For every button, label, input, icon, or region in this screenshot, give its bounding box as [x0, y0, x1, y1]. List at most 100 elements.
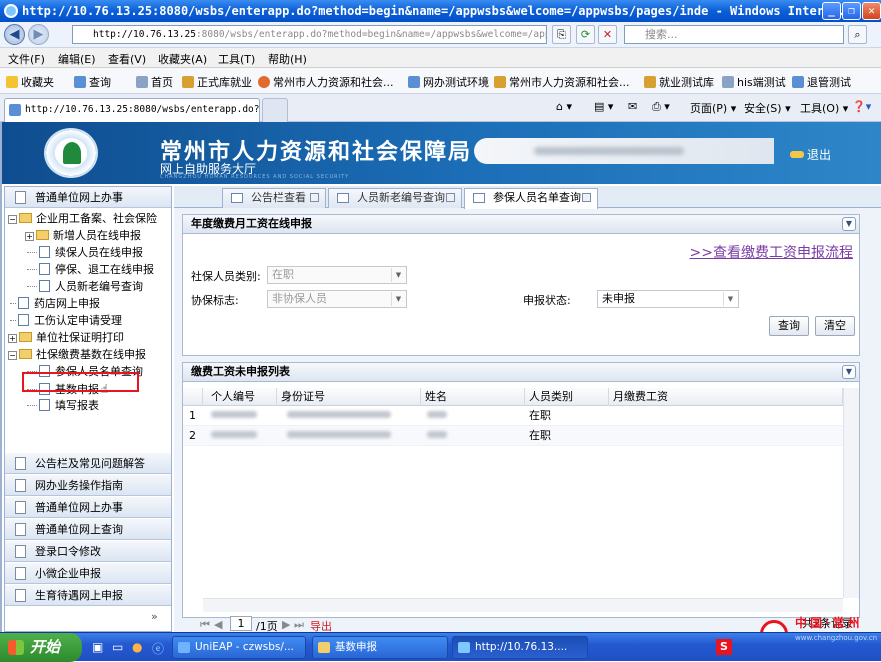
- back-button[interactable]: ◀: [4, 24, 25, 45]
- tree-node-injury[interactable]: 工伤认定申请受理: [10, 313, 122, 329]
- tools-menu[interactable]: 工具(O) ▾: [800, 100, 848, 116]
- sidebar-header-notice[interactable]: 公告栏及常见问题解答: [5, 453, 171, 474]
- feeds-icon[interactable]: ▤ ▾: [594, 100, 613, 113]
- grid-header-category[interactable]: 人员类别: [525, 388, 609, 406]
- grid-header-person-id[interactable]: 个人编号: [203, 388, 277, 406]
- sidebar-header-business[interactable]: 普通单位网上办事: [5, 497, 171, 518]
- sidebar-header-password[interactable]: 登录口令修改: [5, 541, 171, 562]
- fav-item-hrss-2[interactable]: 常州市人力资源和社会...: [494, 74, 630, 90]
- first-page-icon[interactable]: ⏮: [200, 618, 210, 632]
- task-unieap[interactable]: UniEAP - czwsbs/...: [172, 636, 306, 659]
- browser-tab-active[interactable]: http://10.76.13.25:8080/wsbs/enterapp.do…: [4, 98, 260, 122]
- explorer-icon[interactable]: ▭: [112, 640, 123, 654]
- page-menu[interactable]: 页面(P) ▾: [690, 100, 736, 116]
- address-input[interactable]: http://10.76.13.25:8080/wsbs/enterapp.do…: [72, 25, 547, 44]
- table-row[interactable]: 1 在职: [183, 406, 843, 426]
- tree-node-employment-insurance[interactable]: − 企业用工备案、社会保险: [8, 211, 157, 227]
- help-icon[interactable]: ❓▾: [852, 100, 871, 113]
- task-ie[interactable]: http://10.76.13....: [452, 636, 588, 659]
- tree-node-stop-staff[interactable]: 停保、退工在线申报: [27, 262, 154, 278]
- collapse-icon[interactable]: −: [8, 351, 17, 360]
- tab-close-icon[interactable]: [446, 193, 455, 202]
- prev-page-icon[interactable]: ◀: [214, 618, 222, 631]
- table-row[interactable]: 2 在职: [183, 426, 843, 446]
- page-icon: [15, 589, 26, 602]
- sidebar-header-maternity[interactable]: 生育待遇网上申报: [5, 585, 171, 606]
- new-tab-button[interactable]: [262, 98, 288, 122]
- firefox-icon[interactable]: ●: [132, 640, 142, 654]
- tree-node-fill-report[interactable]: 填写报表: [27, 398, 99, 414]
- print-icon[interactable]: ⎙ ▾: [652, 100, 670, 114]
- menu-edit[interactable]: 编辑(E): [58, 51, 96, 67]
- clear-button[interactable]: 清空: [815, 316, 855, 336]
- safety-menu[interactable]: 安全(S) ▾: [744, 100, 791, 116]
- last-page-icon[interactable]: ⏭: [294, 618, 304, 632]
- favorites-button[interactable]: 收藏夹: [6, 74, 54, 90]
- sidebar-expand-icon[interactable]: »: [151, 610, 158, 623]
- forward-button[interactable]: ▶: [28, 24, 49, 45]
- grid-header-id-number[interactable]: 身份证号: [277, 388, 421, 406]
- tree-node-base-declare[interactable]: − 社保缴费基数在线申报: [8, 347, 146, 363]
- fav-item-query[interactable]: 查询: [74, 74, 111, 90]
- desktop-icon[interactable]: ▣: [92, 640, 103, 654]
- home-icon[interactable]: ⌂ ▾: [556, 100, 572, 113]
- expand-icon[interactable]: +: [25, 232, 34, 241]
- fav-item-employment-test[interactable]: 就业测试库: [644, 74, 714, 90]
- sidebar-header-query[interactable]: 普通单位网上查询: [5, 519, 171, 540]
- logout-link[interactable]: 退出: [790, 146, 831, 163]
- grid-header-monthly-wage[interactable]: 月缴费工资: [609, 388, 843, 406]
- tab-insured-list[interactable]: 参保人员名单查询: [464, 188, 598, 209]
- collapse-icon[interactable]: ▼: [842, 365, 856, 379]
- collapse-icon[interactable]: −: [8, 215, 17, 224]
- tree-node-pharmacy[interactable]: 药店网上申报: [10, 296, 100, 312]
- tree-node-certificate[interactable]: + 单位社保证明打印: [8, 330, 124, 346]
- fav-item-his-test[interactable]: his端测试: [722, 74, 786, 90]
- tree-node-renew-staff[interactable]: 续保人员在线申报: [27, 245, 143, 261]
- menu-tools[interactable]: 工具(T): [218, 51, 255, 67]
- maximize-button[interactable]: ❐: [842, 2, 861, 20]
- mail-icon[interactable]: ✉: [628, 100, 637, 113]
- status-select[interactable]: 未申报 ▼: [597, 290, 739, 308]
- assist-select[interactable]: 非协保人员 ▼: [267, 290, 407, 308]
- search-icon[interactable]: ⌕: [848, 25, 867, 44]
- tab-label: 人员新老编号查询: [357, 191, 445, 204]
- query-button[interactable]: 查询: [769, 316, 809, 336]
- start-button[interactable]: 开始: [0, 633, 82, 662]
- tree-node-id-lookup[interactable]: 人员新老编号查询: [27, 279, 143, 295]
- search-input[interactable]: 搜索...: [624, 25, 844, 44]
- menu-favorites[interactable]: 收藏夹(A): [158, 51, 207, 67]
- fav-item-home[interactable]: 首页: [136, 74, 173, 90]
- sidebar-header-guide[interactable]: 网办业务操作指南: [5, 475, 171, 496]
- refresh-icon[interactable]: ⟳: [576, 25, 595, 44]
- horizontal-scrollbar[interactable]: [203, 598, 843, 612]
- expand-icon[interactable]: +: [8, 334, 17, 343]
- tab-close-icon[interactable]: [582, 193, 591, 202]
- grid-header-name[interactable]: 姓名: [421, 388, 525, 406]
- sidebar-header-small-business[interactable]: 小微企业申报: [5, 563, 171, 584]
- collapse-icon[interactable]: ▼: [842, 217, 856, 231]
- menu-view[interactable]: 查看(V): [108, 51, 146, 67]
- compat-view-icon[interactable]: ⎘: [552, 25, 571, 44]
- tab-close-icon[interactable]: [310, 193, 319, 202]
- next-page-icon[interactable]: ▶: [282, 618, 290, 631]
- tree-node-new-staff[interactable]: + 新增人员在线申报: [25, 228, 141, 244]
- menu-file[interactable]: 文件(F): [8, 51, 45, 67]
- tab-id-lookup[interactable]: 人员新老编号查询: [328, 188, 462, 208]
- tab-notice[interactable]: 公告栏查看: [222, 188, 326, 208]
- fav-item-hrss-1[interactable]: 常州市人力资源和社会...: [258, 74, 394, 90]
- minimize-button[interactable]: _: [822, 2, 841, 20]
- vertical-scrollbar[interactable]: [843, 388, 859, 598]
- fav-item-formal-employment[interactable]: 正式库就业: [182, 74, 252, 90]
- task-folder[interactable]: 基数申报: [312, 636, 448, 659]
- page-input[interactable]: 1: [230, 616, 252, 631]
- menu-help[interactable]: 帮助(H): [268, 51, 307, 67]
- s-app-icon[interactable]: S: [716, 639, 732, 655]
- close-button[interactable]: ✕: [862, 2, 881, 20]
- fav-item-test-env[interactable]: 网办测试环境: [408, 74, 489, 90]
- sidebar-header-online-business[interactable]: 普通单位网上办事: [5, 187, 171, 208]
- fav-item-retire-test[interactable]: 退管测试: [792, 74, 851, 90]
- ie-quicklaunch-icon[interactable]: ⓔ: [152, 640, 164, 657]
- stop-icon[interactable]: ✕: [598, 25, 617, 44]
- flow-link[interactable]: >>查看缴费工资申报流程: [690, 242, 853, 262]
- category-select[interactable]: 在职 ▼: [267, 266, 407, 284]
